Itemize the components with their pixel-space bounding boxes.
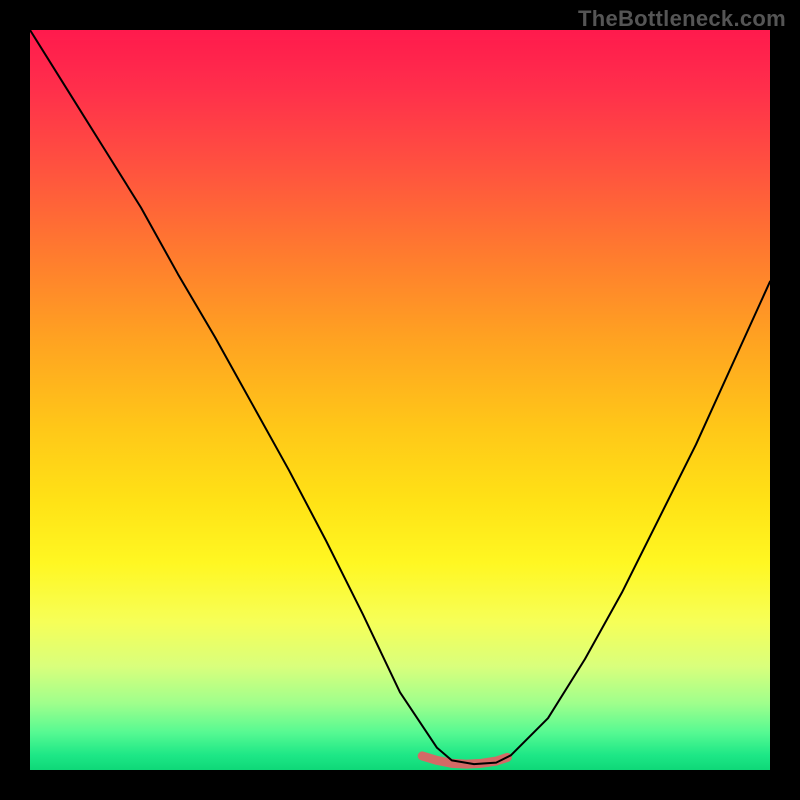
watermark-text: TheBottleneck.com	[578, 6, 786, 32]
plot-area	[30, 30, 770, 770]
chart-stage: TheBottleneck.com	[0, 0, 800, 800]
curve-layer	[30, 30, 770, 770]
main-curve	[30, 30, 770, 764]
